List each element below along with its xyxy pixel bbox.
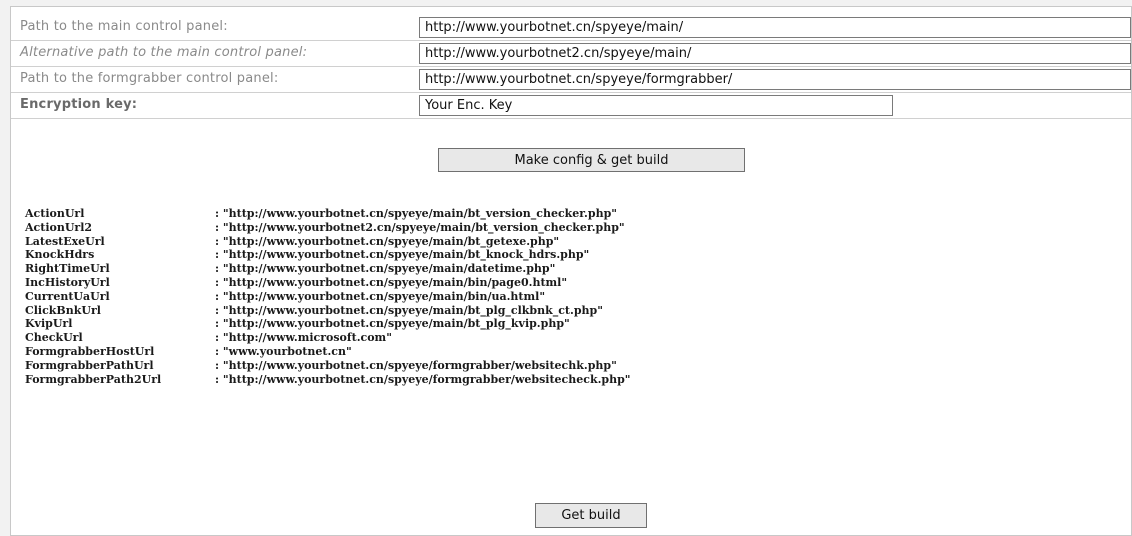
formgrabber-panel-label: Path to the formgrabber control panel: bbox=[20, 71, 279, 86]
config-key: ActionUrl bbox=[25, 207, 85, 220]
config-key: KvipUrl bbox=[25, 317, 73, 331]
config-line: CheckUrl : "http://www.microsoft.com" bbox=[25, 331, 631, 345]
config-value: : "http://www.yourbotnet.cn/spyeye/main/… bbox=[215, 262, 556, 276]
get-build-button[interactable]: Get build bbox=[535, 503, 647, 528]
config-value: : "http://www.yourbotnet.cn/spyeye/main/… bbox=[215, 303, 603, 317]
encryption-key-label: Encryption key: bbox=[20, 97, 138, 112]
config-line: CurrentUaUrl : "http://www.yourbotnet.cn/… bbox=[25, 290, 631, 304]
config-line: ActionUrl2 : "http://www.yourbotnet2.cn/s… bbox=[25, 221, 631, 235]
config-value: : "http://www.yourbotnet.cn/spyeye/main/… bbox=[215, 234, 560, 248]
alt-panel-input[interactable] bbox=[419, 43, 1131, 64]
config-value: : "http://www.yourbotnet.cn/spyeye/formg… bbox=[215, 372, 631, 386]
main-panel-label: Path to the main control panel: bbox=[20, 19, 228, 34]
config-line: FormgrabberHostUrl : "www.yourbotnet.cn" bbox=[25, 345, 631, 359]
alt-panel-label: Alternative path to the main control pan… bbox=[20, 45, 308, 60]
config-key: ActionUrl2 bbox=[25, 220, 93, 234]
main-panel-input[interactable] bbox=[419, 17, 1131, 38]
config-output: ActionUrl : "http://www.yourbotnet.cn/spy… bbox=[25, 207, 631, 386]
config-line: FormgrabberPath2Url : "http://www.yourbot… bbox=[25, 373, 631, 387]
config-value: : "http://www.yourbotnet2.cn/spyeye/main… bbox=[215, 220, 625, 234]
config-key: IncHistoryUrl bbox=[25, 275, 110, 289]
config-value: : "http://www.microsoft.com" bbox=[215, 331, 392, 345]
config-key: KnockHdrs bbox=[25, 248, 95, 262]
config-line: FormgrabberPathUrl : "http://www.yourbotn… bbox=[25, 359, 631, 373]
formgrabber-panel-row: Path to the formgrabber control panel: bbox=[11, 67, 1131, 93]
config-value: : "http://www.yourbotnet.cn/spyeye/main/… bbox=[215, 248, 590, 262]
encryption-key-row: Encryption key: bbox=[11, 93, 1131, 119]
config-line: KvipUrl : "http://www.yourbotnet.cn/spyey… bbox=[25, 317, 631, 331]
alt-panel-row: Alternative path to the main control pan… bbox=[11, 41, 1131, 67]
config-key: CheckUrl bbox=[25, 331, 83, 345]
config-value: : "www.yourbotnet.cn" bbox=[215, 344, 352, 358]
config-value: : "http://www.yourbotnet.cn/spyeye/main/… bbox=[215, 275, 568, 289]
config-key: RightTimeUrl bbox=[25, 262, 110, 276]
config-value: : "http://www.yourbotnet.cn/spyeye/main/… bbox=[215, 207, 617, 220]
config-value: : "http://www.yourbotnet.cn/spyeye/main/… bbox=[215, 289, 546, 303]
config-key: LatestExeUrl bbox=[25, 234, 105, 248]
config-line: ActionUrl : "http://www.yourbotnet.cn/spy… bbox=[25, 207, 631, 221]
config-line: KnockHdrs : "http://www.yourbotnet.cn/spy… bbox=[25, 248, 631, 262]
formgrabber-panel-input[interactable] bbox=[419, 69, 1131, 90]
config-value: : "http://www.yourbotnet.cn/spyeye/formg… bbox=[215, 358, 617, 372]
config-key: FormgrabberPath2Url bbox=[25, 372, 162, 386]
encryption-key-input[interactable] bbox=[419, 95, 893, 116]
builder-panel: Path to the main control panel: Alternat… bbox=[10, 6, 1132, 536]
make-config-button[interactable]: Make config & get build bbox=[438, 148, 745, 172]
config-line: IncHistoryUrl : "http://www.yourbotnet.cn… bbox=[25, 276, 631, 290]
config-key: FormgrabberHostUrl bbox=[25, 344, 155, 358]
config-line: RightTimeUrl : "http://www.yourbotnet.cn/… bbox=[25, 262, 631, 276]
config-line: ClickBnkUrl : "http://www.yourbotnet.cn/s… bbox=[25, 304, 631, 318]
config-value: : "http://www.yourbotnet.cn/spyeye/main/… bbox=[215, 317, 570, 331]
config-key: FormgrabberPathUrl bbox=[25, 358, 154, 372]
config-line: LatestExeUrl : "http://www.yourbotnet.cn/… bbox=[25, 235, 631, 249]
main-panel-row: Path to the main control panel: bbox=[11, 15, 1131, 41]
config-key: ClickBnkUrl bbox=[25, 303, 101, 317]
config-key: CurrentUaUrl bbox=[25, 289, 110, 303]
